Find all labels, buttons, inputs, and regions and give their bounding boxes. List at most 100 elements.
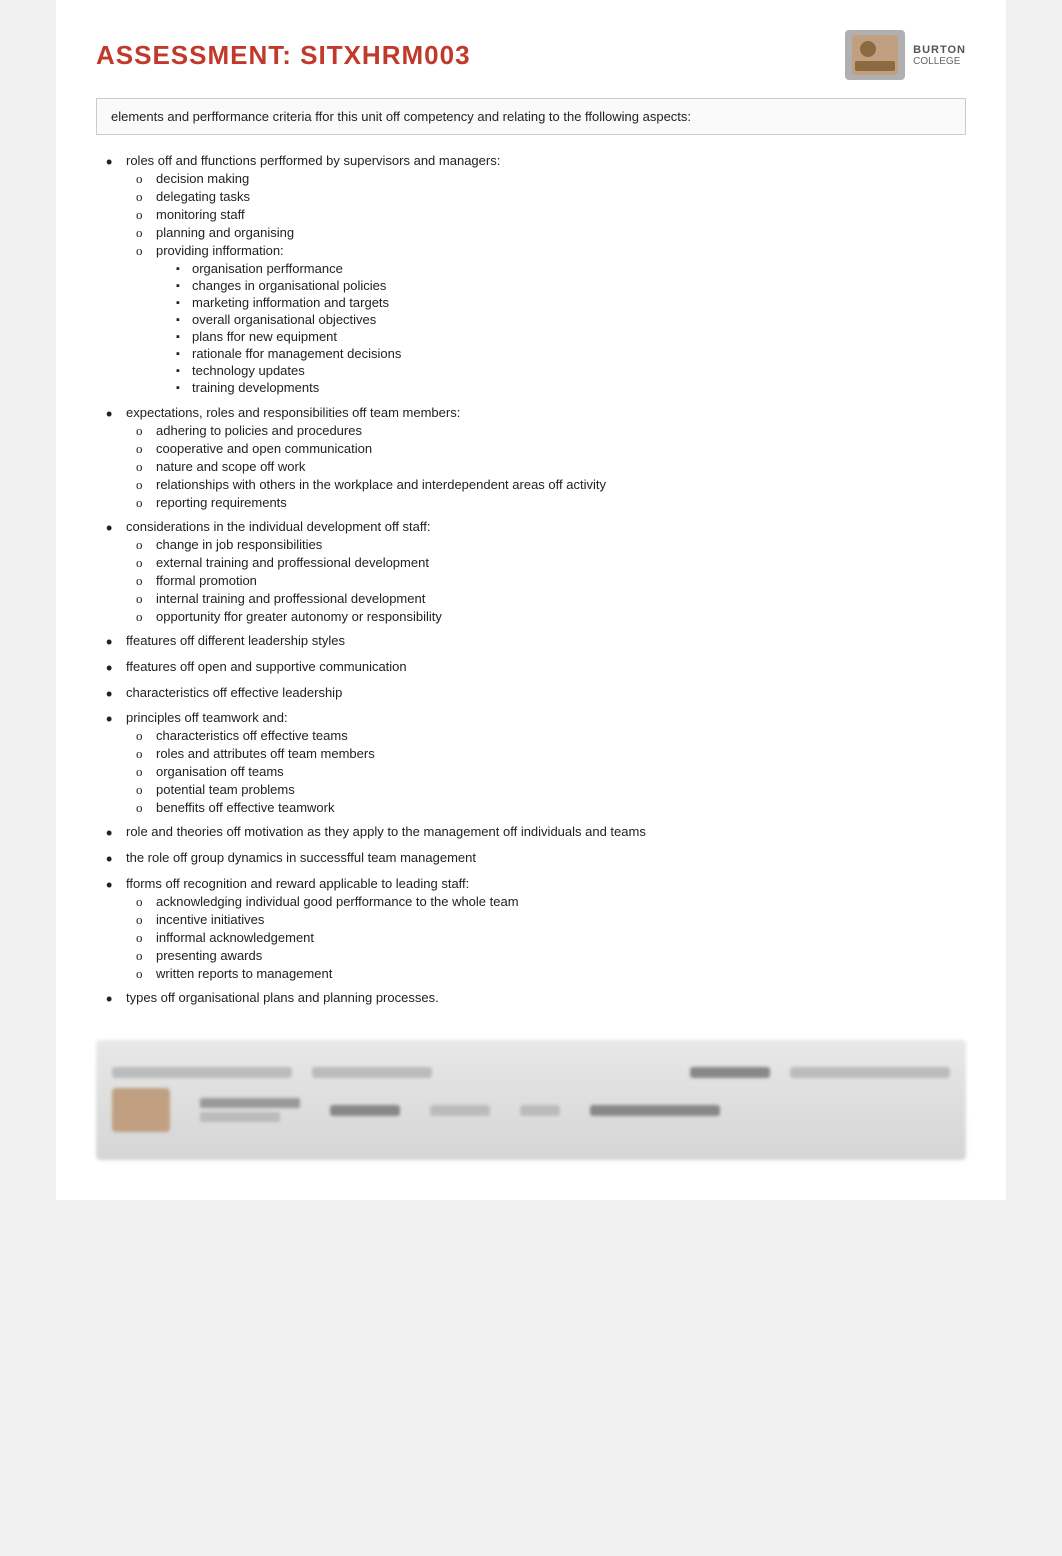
sub-item-text: internal training and proffessional deve… xyxy=(156,591,425,606)
sub-item-text: nature and scope off work xyxy=(156,459,305,474)
footer-label-blob xyxy=(690,1067,770,1078)
page-header: ASSESSMENT: SITXHRM003 BURTON COLLEGE xyxy=(96,30,966,80)
bullet-icon: • xyxy=(106,685,118,705)
sq-item-text: organisation perfformance xyxy=(192,261,343,276)
list-item: opresenting awards xyxy=(136,948,956,964)
bullet-icon: • xyxy=(106,633,118,653)
list-item: opotential team problems xyxy=(136,782,956,798)
o-bullet-icon: o xyxy=(136,728,150,744)
sub-item-text: adhering to policies and procedures xyxy=(156,423,362,438)
list-item-text: expectations, roles and responsibilities… xyxy=(126,405,460,420)
list-item: o written reports to management xyxy=(136,966,956,982)
list-item: oreporting requirements xyxy=(136,495,956,511)
list-item-content: fforms off recognition and reward applic… xyxy=(126,876,956,984)
list-item: o monitoring staff xyxy=(136,207,956,223)
bullet-icon: • xyxy=(106,710,118,730)
content-area: • roles off and ffunctions perfformed by… xyxy=(96,153,966,1010)
list-item-text: types off organisational plans and plann… xyxy=(126,990,439,1005)
sq-bullet-icon: ▪ xyxy=(176,280,186,292)
footer-text-blob xyxy=(430,1105,490,1116)
list-item: ▪rationale ffor management decisions xyxy=(176,346,401,361)
list-item-text: role and theories off motivation as they… xyxy=(126,824,646,839)
sub-item-text: written reports to management xyxy=(156,966,332,981)
list-item: oacknowledging individual good perfforma… xyxy=(136,894,956,910)
list-item-content: principles off teamwork and: ocharacteri… xyxy=(126,710,956,818)
sq-item-text: training developments xyxy=(192,380,319,395)
list-item: ocharacteristics off effective teams xyxy=(136,728,956,744)
logo-line2: COLLEGE xyxy=(913,56,960,67)
list-item: obeneffits off effective teamwork xyxy=(136,800,956,816)
page-title: ASSESSMENT: SITXHRM003 xyxy=(96,40,471,71)
list-item: ochange in job responsibilities xyxy=(136,537,956,553)
list-item: • the role off group dynamics in success… xyxy=(106,850,956,870)
list-item-content: roles off and ffunctions perfformed by s… xyxy=(126,153,956,399)
sub-item-text: monitoring staff xyxy=(156,207,245,222)
bullet-icon: • xyxy=(106,659,118,679)
list-item: offormal promotion xyxy=(136,573,956,589)
o-bullet-icon: o xyxy=(136,894,150,910)
list-item-text: ffeatures off different leadership style… xyxy=(126,633,345,648)
sub-item-text: cooperative and open communication xyxy=(156,441,372,456)
sq-item-text: overall organisational objectives xyxy=(192,312,376,327)
o-bullet-icon: o xyxy=(136,537,150,553)
list-item: • ffeatures off different leadership sty… xyxy=(106,633,956,653)
sq-item-text: changes in organisational policies xyxy=(192,278,386,293)
logo-image xyxy=(845,30,905,80)
list-item: • considerations in the individual devel… xyxy=(106,519,956,627)
footer-blurred xyxy=(96,1040,966,1160)
sq-bullet-icon: ▪ xyxy=(176,314,186,326)
list-item: • roles off and ffunctions perfformed by… xyxy=(106,153,956,399)
footer-text-blob xyxy=(312,1067,432,1078)
sq-bullet-icon: ▪ xyxy=(176,348,186,360)
o-bullet-icon: o xyxy=(136,800,150,816)
sub-item-text: potential team problems xyxy=(156,782,295,797)
footer-text-group xyxy=(200,1098,300,1122)
list-item: o external training and proffessional dev… xyxy=(136,555,956,571)
o-bullet-icon: o xyxy=(136,966,150,982)
list-item-text: fforms off recognition and reward applic… xyxy=(126,876,469,891)
sub-list-o: ochange in job responsibilities o externa… xyxy=(136,537,956,625)
footer-row2 xyxy=(112,1088,950,1132)
o-bullet-icon: o xyxy=(136,477,150,493)
o-bullet-icon: o xyxy=(136,573,150,589)
o-bullet-icon: o xyxy=(136,207,150,223)
footer-text-blob xyxy=(200,1098,300,1108)
sub-item-text: presenting awards xyxy=(156,948,262,963)
sub-item-text: external training and proffessional deve… xyxy=(156,555,429,570)
sub-list-o: oacknowledging individual good perfforma… xyxy=(136,894,956,982)
sub-item-text: opportunity ffor greater autonomy or res… xyxy=(156,609,442,624)
list-item-text: principles off teamwork and: xyxy=(126,710,288,725)
sub-list-o: oadhering to policies and procedures oco… xyxy=(136,423,956,511)
list-item-text: characteristics off effective leadership xyxy=(126,685,342,700)
footer-text-blob xyxy=(790,1067,950,1078)
o-bullet-icon: o xyxy=(136,555,150,571)
o-bullet-icon: o xyxy=(136,423,150,439)
list-item: ▪ training developments xyxy=(176,380,401,395)
bullet-icon: • xyxy=(106,876,118,896)
list-item-text: considerations in the individual develop… xyxy=(126,519,431,534)
list-item-text: roles off and ffunctions perfformed by s… xyxy=(126,153,500,168)
sub-item-content: providing infformation: ▪organisation pe… xyxy=(156,243,401,397)
list-item-content: expectations, roles and responsibilities… xyxy=(126,405,956,513)
o-bullet-icon: o xyxy=(136,225,150,241)
sq-bullet-icon: ▪ xyxy=(176,382,186,394)
page: ASSESSMENT: SITXHRM003 BURTON COLLEGE el… xyxy=(56,0,1006,1200)
list-item: orelationships with others in the workpl… xyxy=(136,477,956,493)
list-item: oroles and attributes off team members xyxy=(136,746,956,762)
list-item: oopportunity ffor greater autonomy or re… xyxy=(136,609,956,625)
list-item-text: ffeatures off open and supportive commun… xyxy=(126,659,407,674)
footer-text-blob xyxy=(200,1112,280,1122)
list-item: oincentive initiatives xyxy=(136,912,956,928)
list-item: ▪ organisation perfformance xyxy=(176,261,401,276)
o-bullet-icon: o xyxy=(136,930,150,946)
bullet-icon: • xyxy=(106,519,118,539)
bullet-icon: • xyxy=(106,850,118,870)
list-item: ▪ overall organisational objectives xyxy=(176,312,401,327)
list-item: • role and theories off motivation as th… xyxy=(106,824,956,844)
list-item: • ffeatures off open and supportive comm… xyxy=(106,659,956,679)
sq-item-text: technology updates xyxy=(192,363,305,378)
list-item: odecision making xyxy=(136,171,956,187)
list-item: o providing infformation: ▪organisation … xyxy=(136,243,956,397)
list-item: onature and scope off work xyxy=(136,459,956,475)
sq-bullet-icon: ▪ xyxy=(176,263,186,275)
